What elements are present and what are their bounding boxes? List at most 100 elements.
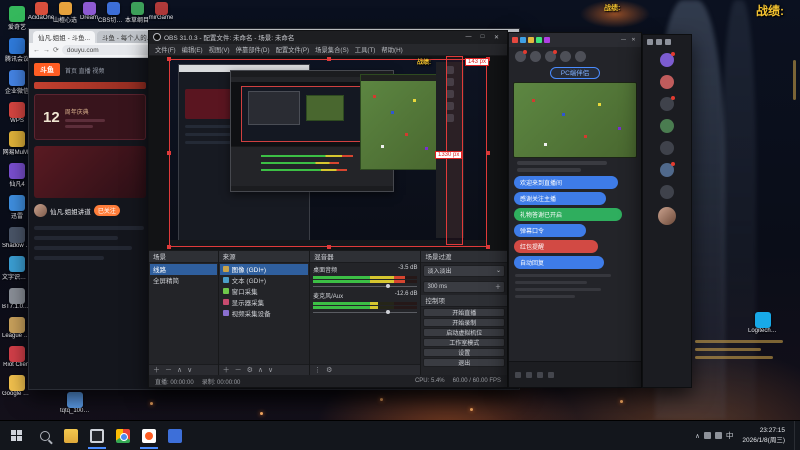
- minimize-button[interactable]: —: [619, 36, 628, 45]
- tray-expand-icon[interactable]: ∧: [695, 432, 700, 440]
- quick-message-pill[interactable]: 感谢关注主播: [514, 192, 606, 205]
- site-nav-links[interactable]: 首页 直播 视频: [65, 66, 104, 75]
- tool-icon[interactable]: [536, 37, 542, 43]
- mixer-menu-button[interactable]: ⋮: [314, 366, 321, 374]
- anchor-name[interactable]: 仙凡.姐姐讲道: [50, 206, 91, 216]
- obs-control-button[interactable]: 退出: [423, 357, 505, 367]
- desktop-icon[interactable]: Logitech G...: [748, 312, 778, 334]
- quick-message-pill[interactable]: 欢迎来到直播间: [514, 176, 618, 189]
- tool-icon[interactable]: [520, 37, 526, 43]
- scene-up-button[interactable]: ∧: [177, 366, 182, 374]
- close-button[interactable]: ✕: [629, 36, 638, 45]
- menu-item[interactable]: 工具(T): [352, 45, 379, 54]
- mixer-gear-button[interactable]: ⚙: [326, 366, 332, 374]
- volume-slider[interactable]: [313, 309, 418, 316]
- obs-preview-canvas[interactable]: 143 px 1330 px 战绩:: [149, 55, 507, 250]
- menu-item[interactable]: 帮助(H): [378, 45, 405, 54]
- tool-icon[interactable]: [528, 37, 534, 43]
- taskbar-app-folder[interactable]: [58, 421, 84, 450]
- source-item[interactable]: 文本 (GDI+): [220, 275, 308, 286]
- transition-duration[interactable]: 300 ms ＋: [423, 280, 505, 293]
- taskbar-app-douyu[interactable]: [136, 421, 162, 450]
- avatar[interactable]: [545, 49, 557, 62]
- avatar[interactable]: [660, 185, 674, 199]
- forward-icon[interactable]: →: [43, 47, 50, 54]
- selection-handle[interactable]: [167, 244, 171, 249]
- panel-icon[interactable]: [665, 39, 671, 45]
- avatar[interactable]: [660, 75, 674, 89]
- taskbar-clock[interactable]: 23:27:15 2026/1/8(周三): [737, 426, 790, 445]
- promo-banner[interactable]: [34, 82, 146, 89]
- menu-item[interactable]: 编辑(E): [179, 45, 206, 54]
- desktop-icon[interactable]: 本草纲目: [125, 2, 149, 24]
- companion-titlebar[interactable]: — ✕: [509, 33, 641, 47]
- desktop-icon[interactable]: tqtq_1000...: [60, 392, 90, 414]
- menu-item[interactable]: 场景集合(S): [312, 45, 352, 54]
- add-scene-button[interactable]: ＋: [153, 365, 160, 375]
- selection-handle[interactable]: [167, 56, 171, 61]
- menu-item[interactable]: 视图(V): [206, 45, 233, 54]
- source-down-button[interactable]: ∨: [268, 366, 273, 374]
- transitions-dock-title[interactable]: 场景过渡: [421, 250, 507, 263]
- avatar[interactable]: [660, 119, 674, 133]
- source-item[interactable]: 图像 (GDI+): [219, 263, 309, 275]
- scene-down-button[interactable]: ∨: [187, 366, 192, 374]
- avatar[interactable]: [660, 141, 674, 155]
- selection-handle[interactable]: [486, 244, 490, 249]
- desktop-icon[interactable]: mirGame: [149, 2, 173, 24]
- source-item[interactable]: 视频采集设备: [220, 308, 308, 319]
- selection-handle[interactable]: [327, 56, 331, 61]
- menu-item[interactable]: 配置文件(P): [273, 45, 313, 54]
- desktop-icon[interactable]: CBS切换器: [98, 2, 128, 24]
- sources-dock-title[interactable]: 来源: [218, 250, 310, 263]
- selection-handle[interactable]: [327, 244, 331, 249]
- stepper-icons[interactable]: ＋: [495, 282, 501, 291]
- scenes-dock-title[interactable]: 场景: [149, 250, 218, 263]
- add-source-button[interactable]: ＋: [223, 365, 230, 375]
- start-button[interactable]: [0, 421, 32, 450]
- footer-tool-icon[interactable]: [537, 371, 543, 378]
- obs-control-button[interactable]: 启动虚拟机位: [423, 327, 505, 337]
- taskbar-app-chrome[interactable]: [110, 421, 136, 450]
- avatar[interactable]: [515, 49, 527, 62]
- menu-item[interactable]: 停靠部件(D): [233, 45, 273, 54]
- taskbar-app-obs[interactable]: [84, 421, 110, 450]
- volume-slider[interactable]: [313, 283, 418, 290]
- avatar[interactable]: [660, 96, 675, 111]
- back-icon[interactable]: ←: [33, 47, 40, 54]
- scene-item[interactable]: 全屏精简: [150, 275, 217, 286]
- avatar[interactable]: [575, 50, 586, 62]
- remove-scene-button[interactable]: －: [165, 365, 172, 375]
- source-item[interactable]: 显示器采集: [220, 297, 308, 308]
- menu-item[interactable]: 文件(F): [152, 45, 179, 54]
- remove-source-button[interactable]: －: [235, 365, 242, 375]
- taskbar-app-generic[interactable]: [162, 421, 188, 450]
- browser-tab[interactable]: 仙凡.姐姐 - 斗鱼...: [33, 31, 95, 43]
- selection-handle[interactable]: [167, 150, 171, 155]
- tool-icon[interactable]: [512, 37, 518, 43]
- obs-control-button[interactable]: 开始录制: [423, 317, 505, 327]
- slider-knob[interactable]: [386, 283, 391, 288]
- transition-select[interactable]: 淡入淡出 ⌄: [423, 264, 505, 277]
- quick-message-pill[interactable]: 弹幕口令: [514, 224, 586, 237]
- avatar[interactable]: [530, 50, 541, 62]
- mixer-dock-title[interactable]: 混音器: [310, 250, 421, 263]
- source-item[interactable]: 窗口采集: [220, 286, 308, 297]
- avatar[interactable]: [658, 207, 676, 225]
- tool-icon[interactable]: [544, 37, 550, 43]
- quick-message-pill[interactable]: 红包提醒: [514, 240, 598, 253]
- source-up-button[interactable]: ∧: [258, 366, 263, 374]
- footer-tool-icon[interactable]: [515, 371, 521, 378]
- avatar[interactable]: [660, 162, 675, 177]
- footer-tool-icon[interactable]: [548, 371, 554, 378]
- obs-control-button[interactable]: 工作室模式: [423, 337, 505, 347]
- event-date-card[interactable]: 12 周年庆典: [34, 94, 146, 140]
- follow-badge[interactable]: 已关注: [93, 205, 120, 216]
- desktop-icon[interactable]: Dream: [78, 2, 100, 24]
- desktop-icon[interactable]: 山楂心选: [53, 2, 77, 24]
- slider-knob[interactable]: [386, 309, 391, 314]
- pc-companion-mode-button[interactable]: PC端伴侣: [549, 67, 601, 79]
- obs-control-button[interactable]: 设置: [423, 347, 505, 357]
- quick-message-pill[interactable]: 自动回复: [514, 256, 604, 269]
- tray-icon[interactable]: [714, 432, 722, 439]
